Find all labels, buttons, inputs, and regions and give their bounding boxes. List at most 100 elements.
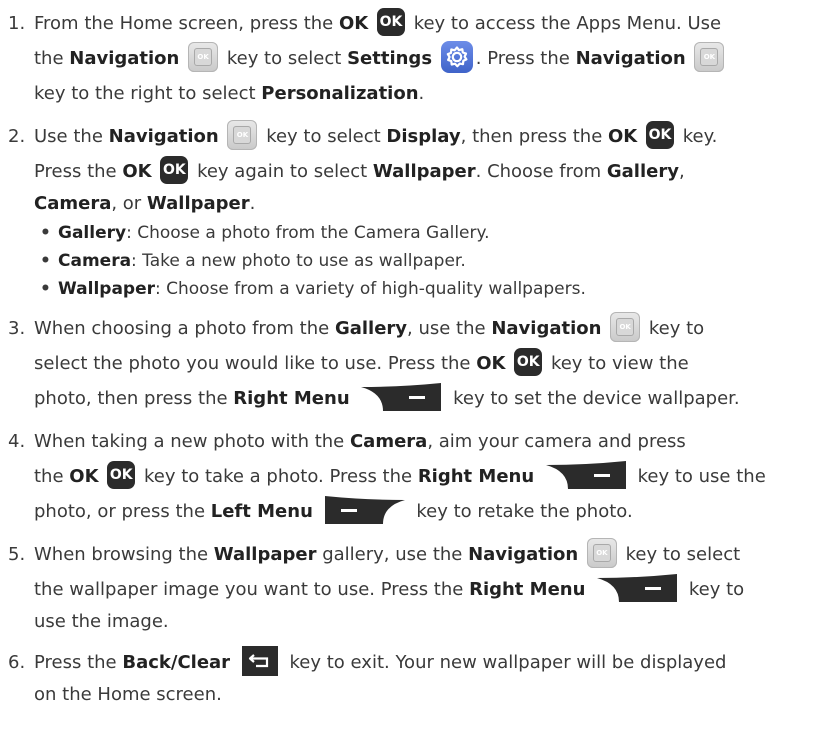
sub-item-text: : Choose from a variety of high-quality … [155, 279, 586, 299]
step-line: Press the OK OK key again to select Wall… [34, 154, 820, 189]
step-text: select the photo you would like to use. … [34, 353, 477, 374]
settings-gear-icon [440, 41, 473, 73]
step-line: When browsing the Wallpaper gallery, use… [34, 537, 820, 572]
step-key-name: Navigation [575, 48, 686, 69]
ok-key-icon: OK [107, 461, 136, 489]
ok-key-icon: OK [376, 8, 405, 36]
step-key-name: OK [608, 126, 638, 147]
step-number: 6. [8, 652, 26, 673]
step-key-name: OK [338, 13, 369, 34]
step-text: key to select [221, 48, 348, 69]
step-line: use the image. [34, 607, 820, 637]
ok-key-icon: OK [514, 348, 543, 376]
sub-item-camera: • Camera: Take a new photo to use as wall… [34, 247, 820, 275]
step-text: . [418, 83, 425, 104]
step-line: photo, then press the Right Menu key to … [34, 381, 820, 416]
step-number: 3. [8, 318, 26, 339]
step-line: on the Home screen. [34, 680, 820, 710]
step-line: When taking a new photo with the Camera,… [34, 424, 820, 459]
step-menu-name: Personalization [261, 83, 419, 104]
step-line: the wallpaper image you want to use. Pre… [34, 572, 820, 607]
step-line: Camera, or Wallpaper. [34, 189, 820, 219]
step-line: Press the Back/Clear key to exit. Your n… [34, 645, 820, 680]
step-line: the OK OK key to take a photo. Press the… [34, 459, 820, 494]
step-text: , [678, 161, 685, 182]
step-text: When browsing the [34, 544, 214, 565]
step-text: gallery, use the [316, 544, 469, 565]
step-key-name: Back/Clear [122, 652, 231, 673]
sub-item-gallery: • Gallery: Choose a photo from the Camera… [34, 219, 820, 247]
step-text: Press the [34, 652, 123, 673]
sub-item-text: : Choose a photo from the Camera Gallery… [126, 223, 490, 243]
right-menu-key-icon [545, 461, 626, 489]
step-menu-name: Wallpaper [372, 161, 476, 182]
sub-item-text: : Take a new photo to use as wallpaper. [131, 251, 466, 271]
step-key-name: Right Menu [469, 579, 586, 600]
step-menu-name: Gallery [334, 318, 408, 339]
step-key-name: Navigation [69, 48, 180, 69]
navigation-key-glyph: OK [700, 48, 719, 66]
step-text: key to view the [545, 353, 689, 374]
navigation-key-icon: OK [610, 312, 641, 342]
step-text: key to retake the photo. [410, 501, 633, 522]
step-text: key to [683, 579, 745, 600]
sub-item-title: Wallpaper [58, 279, 155, 299]
step-line: When choosing a photo from the Gallery, … [34, 311, 820, 346]
step-text: key to take a photo. Press the [138, 466, 418, 487]
step-text: photo, then press the [34, 388, 234, 409]
step-text: key to set the device wallpaper. [447, 388, 740, 409]
navigation-key-icon: OK [586, 538, 617, 568]
step-line: photo, or press the Left Menu key to ret… [34, 494, 820, 529]
step-line: From the Home screen, press the OK OK ke… [34, 6, 820, 41]
step-key-name: Right Menu [417, 466, 535, 487]
step-text: the [34, 48, 70, 69]
instructions-page: 1. From the Home screen, press the OK OK… [0, 0, 820, 735]
step-2: 2. Use the Navigation OK key to select D… [0, 119, 820, 303]
step-key-name: Navigation [468, 544, 579, 565]
step-text: When taking a new photo with the [34, 431, 350, 452]
step-menu-name: Camera [34, 193, 112, 214]
step-text: . [249, 193, 256, 214]
step-text: When choosing a photo from the [34, 318, 335, 339]
step-number: 2. [8, 126, 26, 147]
step-key-name: Right Menu [233, 388, 350, 409]
step-text: on the Home screen. [34, 684, 222, 705]
sub-item-title: Camera [58, 251, 132, 271]
step-text: , or [111, 193, 147, 214]
step-text: key to select [260, 126, 387, 147]
step-text: Use the [34, 126, 109, 147]
navigation-key-glyph: OK [194, 48, 213, 66]
back-clear-key-icon [241, 646, 278, 676]
step-3: 3. When choosing a photo from the Galler… [0, 311, 820, 416]
right-menu-key-icon [361, 383, 442, 411]
step-text: key to the right to select [34, 83, 262, 104]
step-line: the Navigation OK key to select Settings… [34, 41, 820, 76]
navigation-key-glyph: OK [233, 126, 252, 144]
step-key-name: Navigation [491, 318, 602, 339]
step-text: key to use the [631, 466, 766, 487]
step-text: key to [643, 318, 705, 339]
step-number: 1. [8, 13, 26, 34]
step-key-name: Navigation [108, 126, 219, 147]
step-key-name: OK [69, 466, 99, 487]
bullet: • [40, 279, 51, 299]
step-text: key again to select [191, 161, 373, 182]
step-number: 5. [8, 544, 26, 565]
navigation-key-icon: OK [694, 42, 725, 72]
step-text: , then press the [460, 126, 608, 147]
step-text: Press the [34, 161, 123, 182]
step-text: photo, or press the [34, 501, 211, 522]
step-menu-name: Gallery [606, 161, 679, 182]
ok-key-icon: OK [645, 121, 674, 149]
bullet: • [40, 251, 51, 271]
step-line: select the photo you would like to use. … [34, 346, 820, 381]
step-text: key to access the Apps Menu. Use [407, 13, 722, 34]
step-5: 5. When browsing the Wallpaper gallery, … [0, 537, 820, 637]
navigation-key-glyph: OK [592, 544, 611, 562]
step-text: . Choose from [475, 161, 607, 182]
step-menu-name: Settings [347, 48, 433, 69]
step-6: 6. Press the Back/Clear key to exit. You… [0, 645, 820, 710]
sub-item-wallpaper: • Wallpaper: Choose from a variety of hig… [34, 275, 820, 303]
step-4: 4. When taking a new photo with the Came… [0, 424, 820, 529]
step-key-name: OK [476, 353, 506, 374]
